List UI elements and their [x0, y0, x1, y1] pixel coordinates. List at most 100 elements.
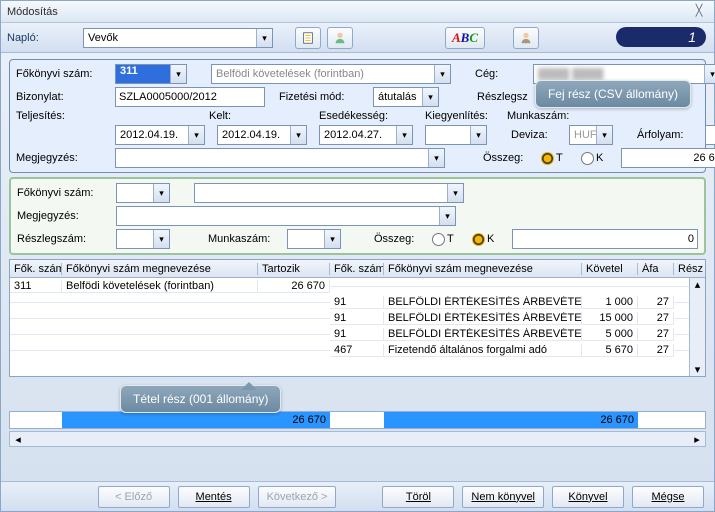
table-row[interactable]: 91BELFÖLDI ÉRTÉKESÍTÉS ÁRBEVÉTELE15 0002… — [10, 310, 705, 326]
item-osszeg-input[interactable] — [512, 229, 698, 249]
teljesites-date[interactable]: 2012.04.19.▾ — [115, 125, 205, 145]
esed-date[interactable]: 2012.04.27.▾ — [319, 125, 413, 145]
chevron-down-icon[interactable]: ▾ — [170, 65, 186, 83]
megjegyzes-label: Megjegyzés: — [16, 152, 111, 164]
col-afa[interactable]: Áfa — [638, 263, 674, 275]
nobook-button[interactable]: Nem könyvel — [462, 486, 544, 508]
cancel-button[interactable]: Mégse — [632, 486, 704, 508]
item-reszleg-combo[interactable]: ▾ — [116, 229, 170, 249]
megjegyzes-combo[interactable]: ▾ — [115, 148, 445, 168]
item-munkaszam-combo[interactable]: ▾ — [287, 229, 341, 249]
record-number-badge: 1 — [616, 27, 706, 47]
kelt-label: Kelt: — [209, 110, 307, 122]
chevron-down-icon[interactable]: ▾ — [324, 230, 340, 248]
item-megj-combo[interactable]: ▾ — [116, 206, 456, 226]
table-header: Fők. szám Főkönyvi szám megnevezése Tart… — [10, 260, 705, 278]
chevron-down-icon[interactable]: ▾ — [188, 126, 204, 144]
table-body: 311Belfödi követelések (forintban)26 670… — [10, 278, 705, 358]
col-fokszam[interactable]: Fők. szám — [10, 263, 62, 275]
callout-header: Fej rész (CSV állomány) — [535, 80, 691, 108]
ceg-label: Cég: — [475, 68, 529, 80]
reszleg-label: Részlegsz — [477, 91, 533, 103]
tool-person-icon[interactable] — [327, 27, 353, 49]
item-munkaszam-label: Munkaszám: — [208, 233, 283, 245]
callout-items: Tétel rész (001 állomány) — [120, 385, 281, 413]
chevron-down-icon[interactable]: ▾ — [422, 88, 438, 106]
item-fokonyvi-combo[interactable]: ▾ — [116, 183, 170, 203]
scroll-down-icon: ▾ — [695, 363, 701, 376]
toolbar: Napló: Vevők ▾ ABC 1 — [1, 23, 714, 53]
arfolyam-input[interactable] — [705, 125, 715, 145]
chevron-down-icon[interactable]: ▾ — [396, 126, 412, 144]
radio-k[interactable]: K — [581, 152, 617, 165]
radio-t[interactable]: T — [541, 152, 577, 165]
scroll-right-icon: ▸ — [689, 433, 705, 446]
chevron-down-icon[interactable]: ▾ — [704, 65, 715, 83]
fizmod-combo[interactable]: átutalás▾ — [373, 87, 439, 107]
col-megnev2[interactable]: Főkönyvi szám megnevezése — [384, 263, 582, 275]
tool-user-icon[interactable] — [513, 27, 539, 49]
munkaszam-label: Munkaszám: — [507, 110, 577, 122]
item-radio-t[interactable]: T — [432, 233, 468, 246]
item-radio-k[interactable]: K — [472, 233, 508, 246]
window-title: Módosítás — [7, 6, 58, 18]
deviza-label: Deviza: — [511, 129, 565, 141]
book-button[interactable]: Könyvel — [552, 486, 624, 508]
window: Módosítás ╳ Napló: Vevők ▾ ABC 1 Főkönyv… — [0, 0, 715, 512]
kieg-date[interactable]: ▾ — [425, 125, 487, 145]
items-table: Fők. szám Főkönyvi szám megnevezése Tart… — [9, 259, 706, 377]
table-row[interactable]: 311Belfödi követelések (forintban)26 670 — [10, 278, 705, 294]
table-row[interactable]: 91BELFÖLDI ÉRTÉKESÍTÉS ÁRBEVÉTELE1 00027 — [10, 294, 705, 310]
col-megnev[interactable]: Főkönyvi szám megnevezése — [62, 263, 258, 275]
osszeg-input[interactable] — [621, 148, 715, 168]
header-panel: Főkönyvi szám: 311▾ Belfödi követelések … — [9, 59, 706, 173]
fizmod-label: Fizetési mód: — [279, 91, 359, 103]
col-tartozik[interactable]: Tartozik — [258, 263, 330, 275]
next-button[interactable]: Következő > — [258, 486, 337, 508]
chevron-down-icon[interactable]: ▾ — [153, 184, 169, 202]
chevron-down-icon[interactable]: ▾ — [428, 149, 444, 167]
bizonylat-label: Bizonylat: — [16, 91, 111, 103]
col-kovetel[interactable]: Követel — [582, 263, 638, 275]
chevron-down-icon[interactable]: ▾ — [596, 126, 612, 144]
prev-button[interactable]: < Előző — [98, 486, 170, 508]
chevron-down-icon[interactable]: ▾ — [470, 126, 486, 144]
scroll-left-icon: ◂ — [10, 433, 26, 446]
chevron-down-icon[interactable]: ▾ — [256, 29, 272, 47]
vscrollbar[interactable]: ▴▾ — [689, 278, 705, 376]
naplo-label: Napló: — [7, 32, 77, 44]
chevron-down-icon[interactable]: ▾ — [447, 184, 463, 202]
kelt-date[interactable]: 2012.04.19.▾ — [217, 125, 307, 145]
esed-label: Esedékesség: — [319, 110, 413, 122]
chevron-down-icon[interactable]: ▾ — [290, 126, 306, 144]
chevron-down-icon[interactable]: ▾ — [439, 207, 455, 225]
deviza-combo[interactable]: HUF▾ — [569, 125, 613, 145]
chevron-down-icon[interactable]: ▾ — [153, 230, 169, 248]
tool-doc-icon[interactable] — [295, 27, 321, 49]
item-fokonyvi-label: Főkönyvi szám: — [17, 187, 112, 199]
save-button[interactable]: Mentés — [178, 486, 250, 508]
total-kovetel: 26 670 — [582, 412, 638, 428]
tool-abc-icon[interactable]: ABC — [445, 27, 485, 49]
table-row[interactable]: 467Fizetendő általános forgalmi adó5 670… — [10, 342, 705, 358]
col-fokszam2[interactable]: Fők. szám — [330, 263, 384, 275]
footer-buttons: < Előző Mentés Következő > Töröl Nem kön… — [1, 481, 714, 511]
item-fokonyvi-desc[interactable]: ▾ — [194, 183, 464, 203]
chevron-down-icon[interactable]: ▾ — [434, 65, 450, 83]
col-resz[interactable]: Rész — [674, 263, 706, 275]
fokonyvi-desc-combo[interactable]: Belfödi követelések (forintban)▾ — [211, 64, 451, 84]
table-row[interactable]: 91BELFÖLDI ÉRTÉKESÍTÉS ÁRBEVÉTELE5 00027 — [10, 326, 705, 342]
totals-bar: 26 670 26 670 — [9, 411, 706, 429]
osszeg-label: Összeg: — [483, 152, 537, 164]
naplo-value: Vevők — [84, 32, 256, 44]
titlebar: Módosítás ╳ — [1, 1, 714, 23]
item-megj-label: Megjegyzés: — [17, 210, 112, 222]
bizonylat-input[interactable] — [115, 87, 265, 107]
delete-button[interactable]: Töröl — [382, 486, 454, 508]
hscrollbar[interactable]: ◂ ▸ — [9, 431, 706, 447]
fokonyvi-label: Főkönyvi szám: — [16, 68, 111, 80]
close-icon[interactable]: ╳ — [690, 4, 708, 20]
total-tartozik: 26 670 — [258, 412, 330, 428]
fokonyvi-combo[interactable]: 311▾ — [115, 64, 187, 84]
naplo-combo[interactable]: Vevők ▾ — [83, 28, 273, 48]
